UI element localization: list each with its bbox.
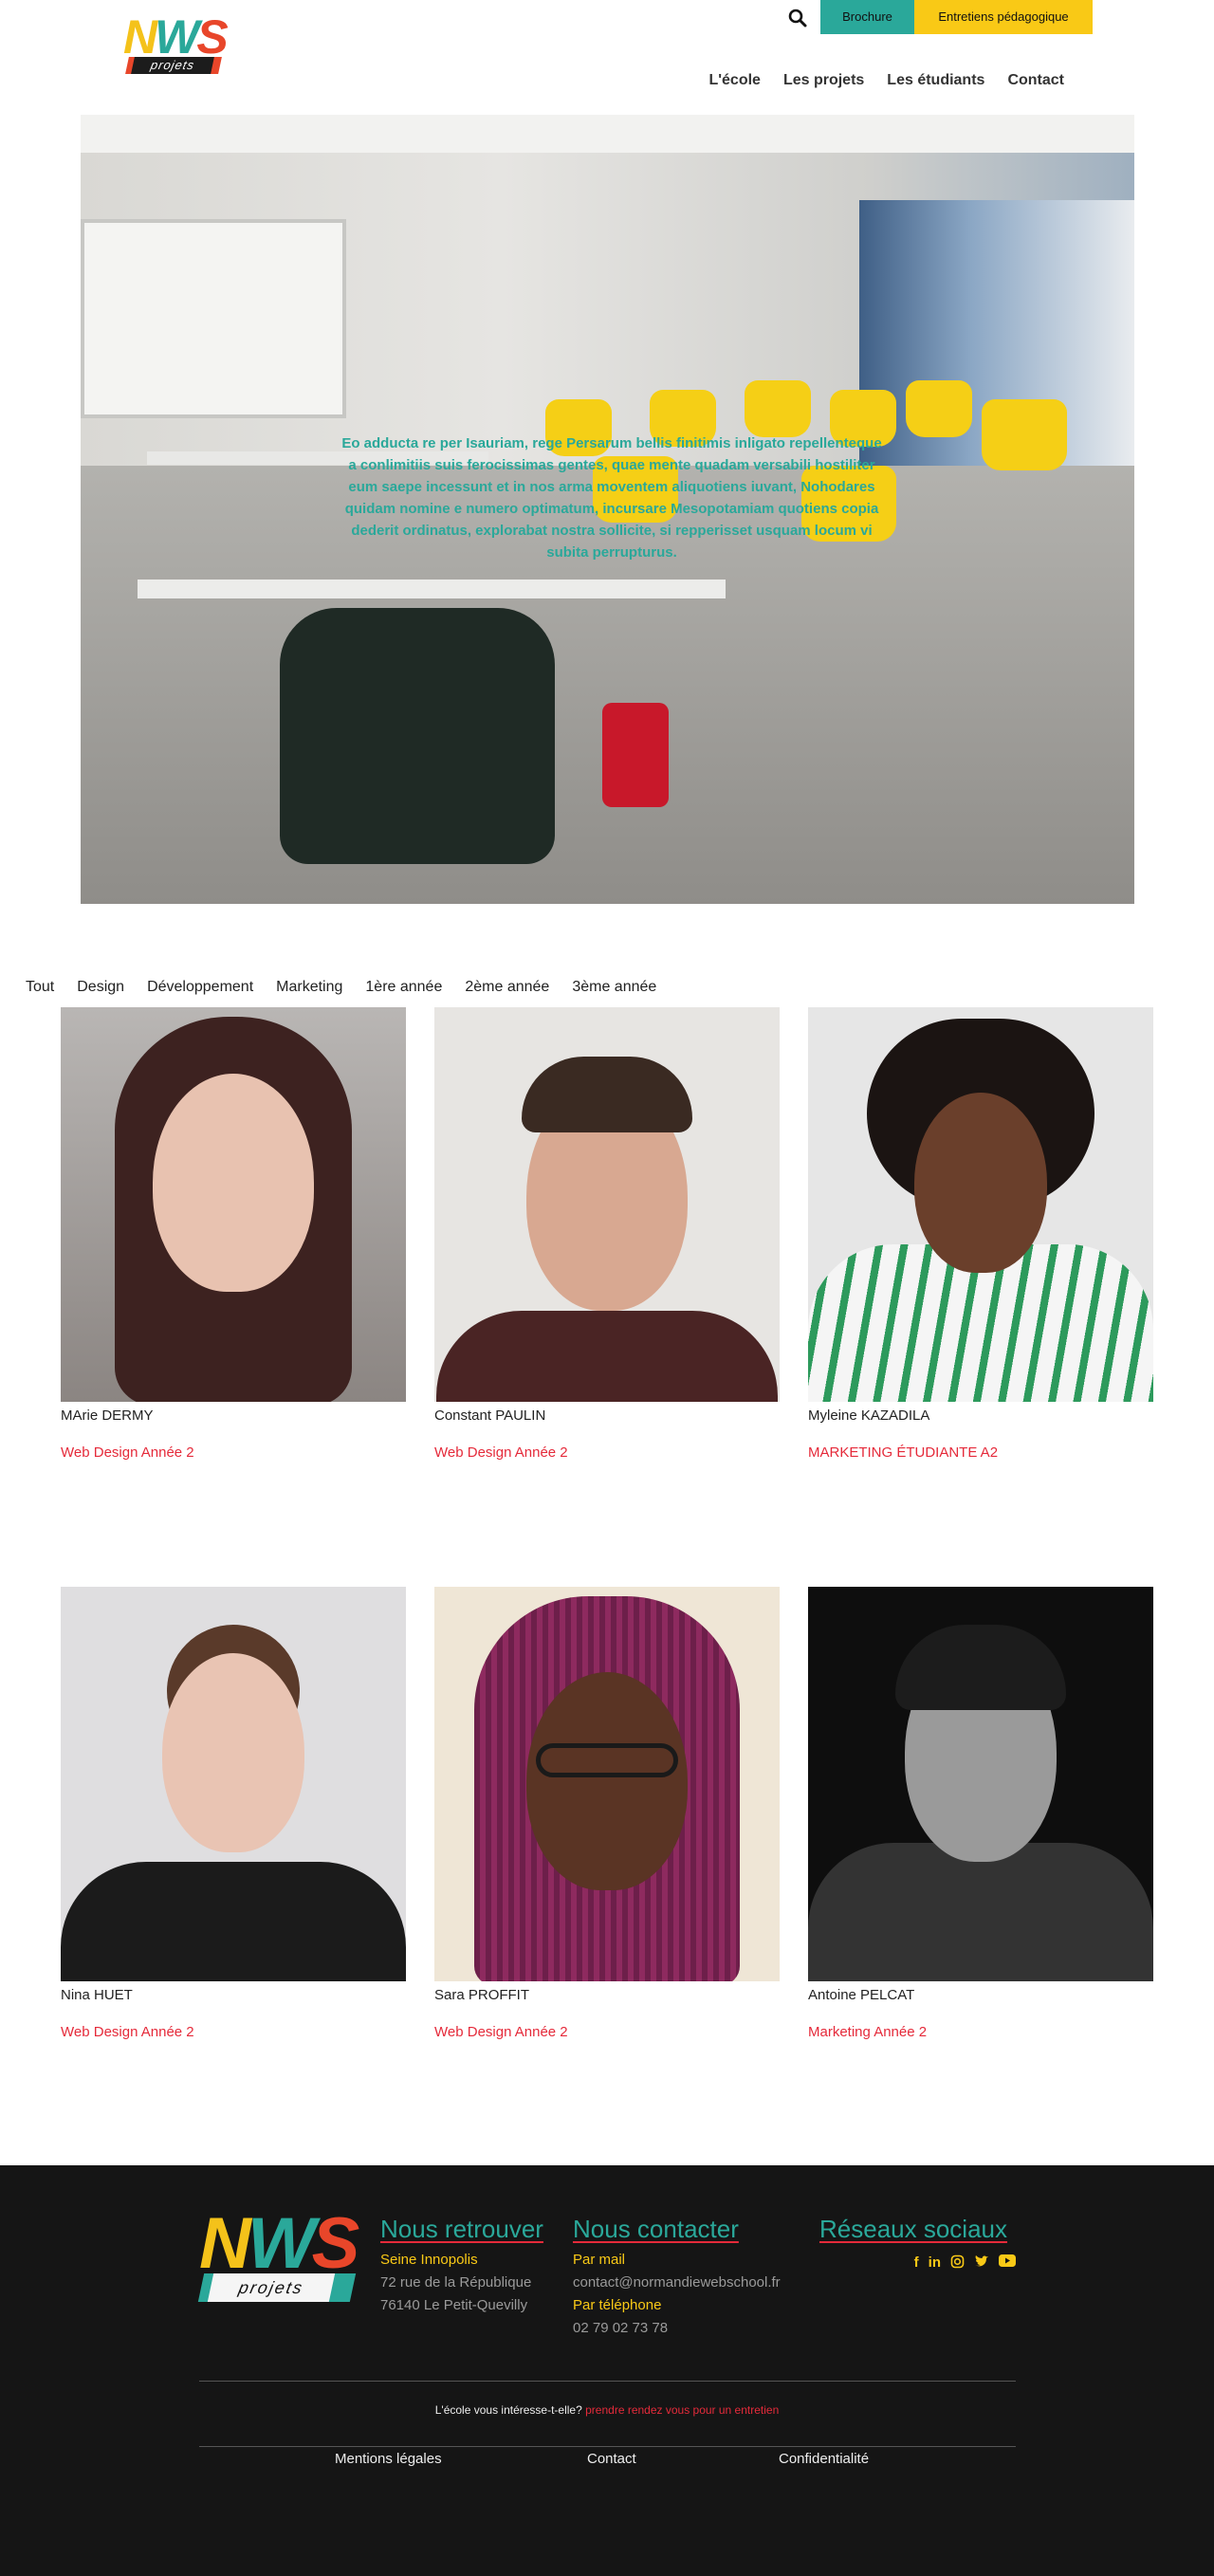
linkedin-icon[interactable]: in xyxy=(929,2254,941,2272)
filter-tout[interactable]: Tout xyxy=(26,979,54,996)
social-icons: f in xyxy=(819,2254,1016,2272)
hero-bag xyxy=(602,703,669,807)
student-card[interactable]: Sara PROFFIT Web Design Année 2 xyxy=(434,1587,780,2042)
hero-jacket xyxy=(280,608,555,864)
hero-banner: Eo adducta re per Isauriam, rege Persaru… xyxy=(81,115,1134,904)
hero-chair xyxy=(982,399,1067,470)
photo-hair xyxy=(895,1625,1066,1710)
student-photo xyxy=(61,1587,406,1981)
hero-chair xyxy=(906,380,972,437)
footer-logo[interactable]: NWS projets xyxy=(197,2203,360,2308)
filter-marketing[interactable]: Marketing xyxy=(276,979,342,996)
student-name: Sara PROFFIT xyxy=(434,1987,530,2003)
student-photo xyxy=(61,1007,406,1402)
find-us-place: Seine Innopolis xyxy=(380,2252,478,2268)
photo-face xyxy=(153,1074,314,1292)
footer-link-mentions[interactable]: Mentions légales xyxy=(335,2451,442,2467)
instagram-icon[interactable] xyxy=(950,2254,965,2272)
student-card[interactable]: Constant PAULIN Web Design Année 2 xyxy=(434,1007,780,1463)
logo-letters: NWS xyxy=(123,10,229,64)
student-tag[interactable]: Web Design Année 2 xyxy=(61,2023,406,2042)
footer-cta-link[interactable]: prendre rendez vous pour un entretien xyxy=(585,2403,779,2417)
footer-social: Réseaux sociaux f in xyxy=(819,2213,1016,2272)
student-tag[interactable]: Web Design Année 2 xyxy=(61,1444,406,1463)
student-card[interactable]: Myleine KAZADILA MARKETING ÉTUDIANTE A2 xyxy=(808,1007,1153,1463)
student-card[interactable]: Nina HUET Web Design Année 2 xyxy=(61,1587,406,2042)
hero-table xyxy=(138,580,726,598)
photo-face xyxy=(162,1653,304,1852)
student-photo xyxy=(434,1007,780,1402)
footer-logo-band: projets xyxy=(197,2273,357,2302)
filter-annee-2[interactable]: 2ème année xyxy=(465,979,549,996)
find-us-street: 72 rue de la République xyxy=(380,2274,532,2291)
footer-cta: L'école vous intéresse-t-elle? prendre r… xyxy=(0,2403,1214,2417)
filter-design[interactable]: Design xyxy=(77,979,124,996)
main-nav: L'école Les projets Les étudiants Contac… xyxy=(708,72,1064,89)
nws-logo[interactable]: NWS projets xyxy=(123,10,232,76)
youtube-icon[interactable] xyxy=(999,2254,1016,2272)
student-name: Myleine KAZADILA xyxy=(808,1408,930,1424)
student-name: MArie DERMY xyxy=(61,1408,154,1424)
student-card[interactable]: Antoine PELCAT Marketing Année 2 xyxy=(808,1587,1153,2042)
contact-mail[interactable]: contact@normandiewebschool.fr xyxy=(573,2272,781,2294)
filter-annee-1[interactable]: 1ère année xyxy=(365,979,442,996)
photo-shirt xyxy=(436,1311,778,1402)
hero-text: Eo adducta re per Isauriam, rege Persaru… xyxy=(341,435,882,561)
nav-etudiants[interactable]: Les étudiants xyxy=(887,72,984,89)
find-us-title: Nous retrouver xyxy=(380,2215,543,2243)
footer: NWS projets Nous retrouver Seine Innopol… xyxy=(0,2165,1214,2576)
footer-contact: Nous contacter Par mail contact@normandi… xyxy=(573,2213,781,2340)
search-icon[interactable] xyxy=(787,8,808,28)
student-name: Nina HUET xyxy=(61,1987,133,2003)
contact-mail-label: Par mail xyxy=(573,2252,626,2268)
footer-logo-letters: NWS xyxy=(199,2203,359,2284)
student-photo xyxy=(808,1587,1153,1981)
photo-shirt xyxy=(61,1862,406,1981)
student-photo xyxy=(808,1007,1153,1402)
hero-whiteboard xyxy=(81,219,346,418)
photo-face xyxy=(914,1093,1047,1273)
contact-title: Nous contacter xyxy=(573,2215,739,2243)
photo-hair xyxy=(522,1057,692,1132)
student-card[interactable]: MArie DERMY Web Design Année 2 xyxy=(61,1007,406,1463)
footer-link-contact[interactable]: Contact xyxy=(587,2451,636,2467)
hero-chair xyxy=(745,380,811,437)
photo-glasses xyxy=(536,1743,678,1777)
student-tag[interactable]: Marketing Année 2 xyxy=(808,2023,1153,2042)
filter-annee-3[interactable]: 3ème année xyxy=(572,979,656,996)
footer-logo-subtitle: projets xyxy=(207,2273,336,2302)
facebook-icon[interactable]: f xyxy=(914,2254,919,2272)
contact-phone[interactable]: 02 79 02 73 78 xyxy=(573,2317,781,2340)
nav-projets[interactable]: Les projets xyxy=(783,72,864,89)
footer-divider xyxy=(199,2446,1016,2447)
student-tag[interactable]: Web Design Année 2 xyxy=(434,2023,780,2042)
student-name: Antoine PELCAT xyxy=(808,1987,915,2003)
photo-face xyxy=(526,1672,688,1890)
social-title: Réseaux sociaux xyxy=(819,2215,1007,2243)
student-photo xyxy=(434,1587,780,1981)
logo-subtitle: projets xyxy=(131,57,214,74)
student-name: Constant PAULIN xyxy=(434,1408,546,1424)
student-tag[interactable]: MARKETING ÉTUDIANTE A2 xyxy=(808,1444,1153,1463)
twitter-icon[interactable] xyxy=(974,2254,989,2272)
nav-contact[interactable]: Contact xyxy=(1007,72,1064,89)
entretiens-button[interactable]: Entretiens pédagogique xyxy=(914,0,1093,34)
footer-link-confidentialite[interactable]: Confidentialité xyxy=(779,2451,869,2467)
find-us-city: 76140 Le Petit-Quevilly xyxy=(380,2297,528,2313)
brochure-button[interactable]: Brochure xyxy=(820,0,914,34)
footer-cta-text: L'école vous intéresse-t-elle? xyxy=(434,2403,582,2417)
footer-divider xyxy=(199,2381,1016,2382)
student-tag[interactable]: Web Design Année 2 xyxy=(434,1444,780,1463)
contact-phone-label: Par téléphone xyxy=(573,2297,662,2313)
logo-band: projets xyxy=(125,57,222,74)
photo-jacket xyxy=(808,1843,1153,1981)
footer-find-us: Nous retrouver Seine Innopolis 72 rue de… xyxy=(380,2213,543,2317)
filter-developpement[interactable]: Développement xyxy=(147,979,253,996)
project-filters: Tout Design Développement Marketing 1ère… xyxy=(26,979,656,996)
nav-ecole[interactable]: L'école xyxy=(708,72,761,89)
